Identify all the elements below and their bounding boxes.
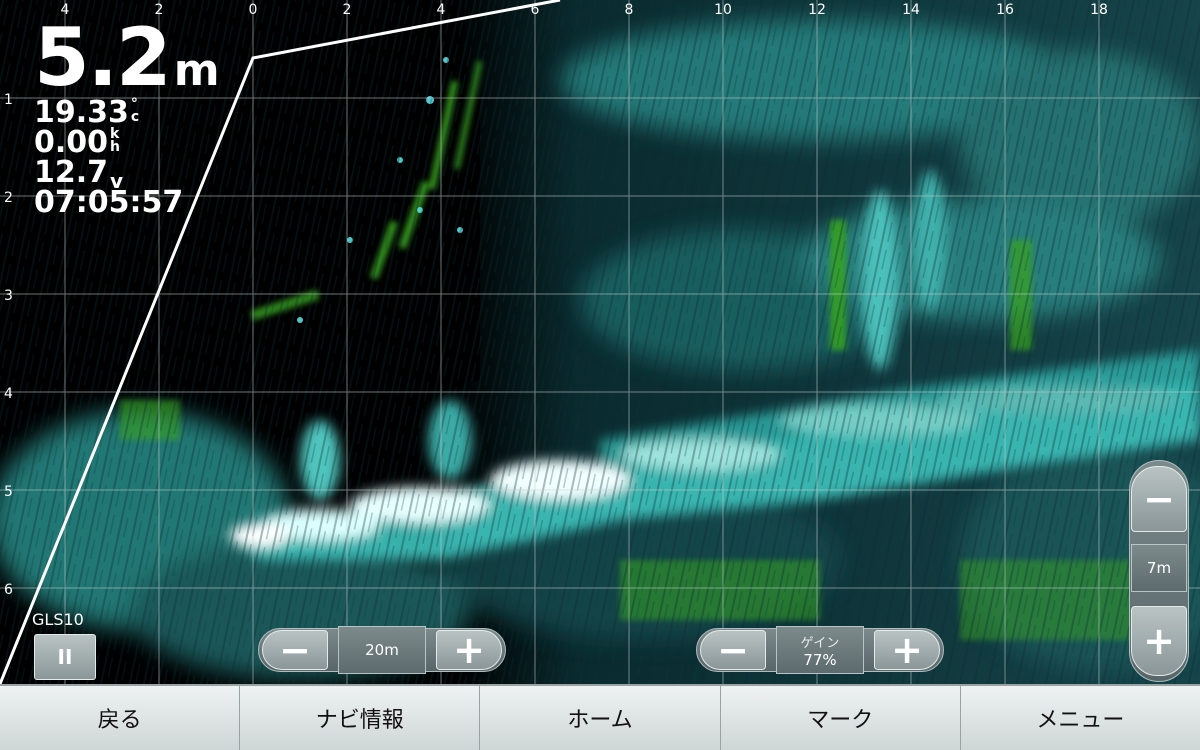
speed: 0.00 k h	[34, 127, 220, 158]
x-tick: 14	[902, 2, 920, 18]
y-tick: 3	[4, 288, 13, 304]
bottom-nav-bar: 戻る ナビ情報 ホーム マーク メニュー	[0, 684, 1200, 750]
x-tick: 16	[996, 2, 1014, 18]
x-tick: 18	[1090, 2, 1108, 18]
x-tick: 0	[248, 2, 258, 18]
gain-minus-button[interactable]: −	[700, 630, 766, 670]
depth-readout: 5.2m	[34, 18, 220, 98]
y-tick: 1	[4, 92, 13, 108]
depth-minus-button[interactable]: −	[1131, 466, 1187, 532]
x-tick: 4	[436, 2, 446, 18]
menu-button[interactable]: メニュー	[961, 686, 1200, 750]
range-value-text: 20m	[365, 641, 399, 659]
y-tick: 5	[4, 484, 13, 500]
depth-plus-button[interactable]: +	[1131, 606, 1187, 676]
depth-range-value: 7m	[1131, 544, 1187, 592]
gain-plus-button[interactable]: +	[874, 630, 940, 670]
range-plus-button[interactable]: +	[436, 630, 502, 670]
water-temperature: 19.33 ° c	[34, 97, 220, 128]
x-tick: 6	[530, 2, 540, 18]
x-tick: 8	[624, 2, 634, 18]
clock-time: 07:05:57	[34, 185, 184, 220]
home-button[interactable]: ホーム	[480, 686, 721, 750]
gain-value: ゲイン 77%	[776, 626, 864, 674]
speed-unit-bottom: h	[110, 139, 120, 155]
gain-value-text: 77%	[803, 650, 837, 669]
x-tick: 2	[342, 2, 352, 18]
depth-unit: m	[173, 45, 220, 96]
x-tick: 10	[714, 2, 732, 18]
pause-icon: II	[57, 645, 73, 669]
sonar-source-label: GLS10	[32, 610, 84, 629]
depth-range-value-text: 7m	[1146, 559, 1172, 577]
mark-button[interactable]: マーク	[721, 686, 961, 750]
y-tick: 4	[4, 386, 13, 402]
data-readout: 5.2m 19.33 ° c 0.00 k h 12.7 v 07:05:57	[34, 18, 220, 218]
range-value: 20m	[338, 626, 426, 674]
temperature-unit-bottom: c	[130, 109, 140, 125]
gain-label: ゲイン	[800, 635, 840, 651]
sonar-screen: 4 2 0 2 4 6 8 10 12 14 16 18 1 2 3 4 5 6…	[0, 0, 1200, 750]
battery-voltage: 12.7 v	[34, 158, 220, 192]
temperature-unit: ° c	[130, 97, 140, 125]
depth-value: 5.2	[34, 11, 172, 104]
x-tick: 12	[808, 2, 826, 18]
pause-button[interactable]: II	[34, 634, 96, 680]
range-minus-button[interactable]: −	[262, 630, 328, 670]
nav-info-button[interactable]: ナビ情報	[240, 686, 481, 750]
back-button[interactable]: 戻る	[0, 686, 241, 750]
y-tick: 6	[4, 582, 13, 598]
speed-unit: kh	[110, 127, 120, 155]
y-tick: 2	[4, 190, 13, 206]
